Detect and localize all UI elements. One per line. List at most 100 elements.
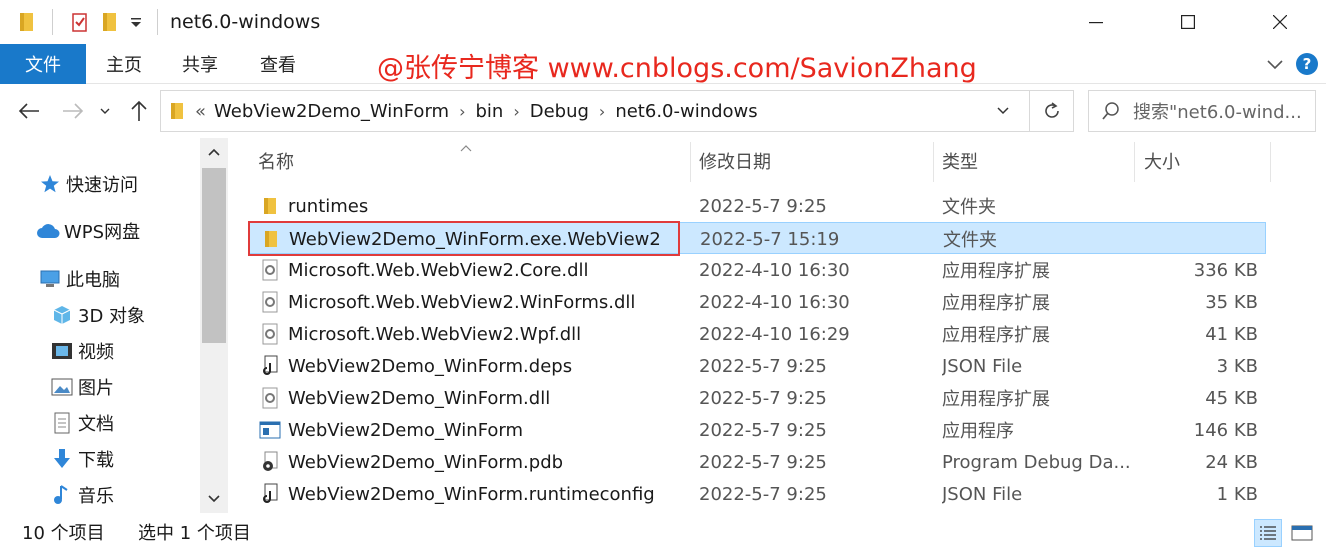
large-icons-view-button[interactable] bbox=[1288, 519, 1316, 547]
minimize-button[interactable] bbox=[1050, 0, 1142, 44]
nav-item-quick-access[interactable]: 快速访问 bbox=[38, 169, 138, 199]
download-icon bbox=[50, 447, 74, 471]
scroll-down-icon[interactable] bbox=[200, 485, 228, 513]
list-item[interactable]: Microsoft.Web.WebView2.Wpf.dll 2022-4-10… bbox=[248, 318, 1266, 350]
nav-item-music[interactable]: 音乐 bbox=[50, 480, 114, 510]
file-date: 2022-4-10 16:30 bbox=[699, 291, 850, 313]
file-type: 应用程序扩展 bbox=[942, 389, 1050, 410]
nav-item-videos[interactable]: 视频 bbox=[50, 336, 114, 366]
tab-share[interactable]: 共享 bbox=[172, 44, 228, 84]
breadcrumb-item[interactable]: Debug bbox=[530, 101, 589, 122]
file-type: 应用程序扩展 bbox=[942, 261, 1050, 282]
exe-icon bbox=[258, 414, 282, 446]
music-icon bbox=[50, 483, 74, 507]
column-header-name[interactable]: 名称 bbox=[258, 138, 688, 184]
list-item[interactable]: runtimes 2022-5-7 9:25 文件夹 bbox=[248, 190, 1266, 222]
file-name: WebView2Demo_WinForm.dll bbox=[288, 387, 551, 409]
nav-item-label: 3D 对象 bbox=[78, 306, 146, 327]
breadcrumb-overflow[interactable]: « bbox=[195, 101, 206, 122]
file-date: 2022-4-10 16:30 bbox=[699, 259, 850, 281]
scroll-up-icon[interactable] bbox=[200, 138, 228, 166]
list-item[interactable]: WebView2Demo_WinForm.deps 2022-5-7 9:25 … bbox=[248, 350, 1266, 382]
close-button[interactable] bbox=[1234, 0, 1326, 44]
search-input[interactable]: 搜索"net6.0-wind... bbox=[1088, 90, 1316, 132]
json-icon bbox=[258, 478, 282, 510]
window-controls bbox=[1050, 0, 1326, 44]
new-folder-icon[interactable] bbox=[95, 7, 125, 37]
json-icon bbox=[258, 350, 282, 382]
file-date: 2022-5-7 9:25 bbox=[699, 483, 827, 505]
chevron-down-icon[interactable] bbox=[993, 101, 1013, 121]
maximize-button[interactable] bbox=[1142, 0, 1234, 44]
nav-item-downloads[interactable]: 下载 bbox=[50, 444, 114, 474]
breadcrumb-item[interactable]: bin bbox=[475, 101, 503, 122]
file-type: 应用程序扩展 bbox=[942, 325, 1050, 346]
nav-item-pictures[interactable]: 图片 bbox=[50, 372, 114, 402]
expand-ribbon-icon[interactable] bbox=[1264, 54, 1286, 74]
nav-pane-scrollbar[interactable] bbox=[200, 138, 228, 513]
file-date: 2022-5-7 9:25 bbox=[699, 355, 827, 377]
file-type: JSON File bbox=[942, 355, 1023, 377]
back-button[interactable] bbox=[14, 96, 44, 126]
file-type: 应用程序 bbox=[942, 421, 1014, 442]
list-item[interactable]: WebView2Demo_WinForm.runtimeconfig 2022-… bbox=[248, 478, 1266, 510]
address-bar[interactable]: « WebView2Demo_WinForm › bin › Debug › n… bbox=[160, 90, 1074, 132]
chevron-right-icon[interactable]: › bbox=[599, 102, 605, 121]
column-divider[interactable] bbox=[1134, 142, 1135, 182]
details-view-button[interactable] bbox=[1254, 519, 1282, 547]
quick-access-toolbar bbox=[0, 0, 170, 44]
folder-icon bbox=[258, 190, 282, 222]
help-button[interactable]: ? bbox=[1296, 53, 1318, 75]
file-size: 146 KB bbox=[1193, 419, 1258, 441]
forward-button[interactable] bbox=[58, 96, 88, 126]
file-name: runtimes bbox=[288, 195, 369, 217]
chevron-right-icon[interactable]: › bbox=[513, 102, 519, 121]
file-size: 336 KB bbox=[1193, 259, 1258, 281]
nav-item-3d-objects[interactable]: 3D 对象 bbox=[50, 300, 145, 330]
recent-locations-icon[interactable] bbox=[94, 96, 116, 126]
file-date: 2022-5-7 9:25 bbox=[699, 195, 827, 217]
file-name: Microsoft.Web.WebView2.WinForms.dll bbox=[288, 291, 636, 313]
file-name: WebView2Demo_WinForm bbox=[288, 419, 524, 441]
nav-item-label: 下载 bbox=[78, 450, 114, 471]
column-divider[interactable] bbox=[933, 142, 934, 182]
nav-item-label: 图片 bbox=[78, 378, 114, 399]
dll-icon bbox=[258, 318, 282, 350]
chevron-right-icon[interactable]: › bbox=[459, 102, 465, 121]
computer-icon bbox=[38, 267, 62, 291]
watermark-text: @张传宁博客 www.cnblogs.com/SavionZhang bbox=[377, 53, 977, 84]
nav-item-documents[interactable]: 文档 bbox=[50, 408, 114, 438]
nav-item-wps-cloud[interactable]: WPS网盘 bbox=[36, 216, 140, 246]
nav-item-label: 视频 bbox=[78, 342, 114, 363]
list-item[interactable]: Microsoft.Web.WebView2.Core.dll 2022-4-1… bbox=[248, 254, 1266, 286]
separator bbox=[157, 9, 158, 35]
breadcrumb-item[interactable]: WebView2Demo_WinForm bbox=[214, 101, 449, 122]
customize-toolbar-icon[interactable] bbox=[125, 7, 147, 37]
properties-icon[interactable] bbox=[65, 7, 95, 37]
nav-item-this-pc[interactable]: 此电脑 bbox=[38, 264, 120, 294]
breadcrumb-item[interactable]: net6.0-windows bbox=[615, 101, 757, 122]
folder-icon[interactable] bbox=[12, 7, 42, 37]
list-item[interactable]: WebView2Demo_WinForm.dll 2022-5-7 9:25 应… bbox=[248, 382, 1266, 414]
column-header-size[interactable]: 大小 bbox=[1144, 138, 1264, 184]
list-item[interactable]: Microsoft.Web.WebView2.WinForms.dll 2022… bbox=[248, 286, 1266, 318]
column-header-type[interactable]: 类型 bbox=[942, 138, 1132, 184]
file-size: 41 KB bbox=[1205, 323, 1258, 345]
list-item[interactable]: WebView2Demo_WinForm 2022-5-7 9:25 应用程序 … bbox=[248, 414, 1266, 446]
tab-file[interactable]: 文件 bbox=[0, 44, 86, 84]
list-item[interactable]: WebView2Demo_WinForm.pdb 2022-5-7 9:25 P… bbox=[248, 446, 1266, 478]
item-count: 10 个项目 bbox=[22, 523, 105, 544]
nav-item-label: 快速访问 bbox=[66, 175, 138, 196]
tab-home[interactable]: 主页 bbox=[96, 44, 152, 84]
column-divider[interactable] bbox=[1270, 142, 1271, 182]
column-divider[interactable] bbox=[690, 142, 691, 182]
refresh-button[interactable] bbox=[1029, 91, 1073, 131]
column-header-date[interactable]: 修改日期 bbox=[699, 138, 929, 184]
video-icon bbox=[50, 339, 74, 363]
cloud-icon bbox=[36, 219, 60, 243]
file-date: 2022-5-7 9:25 bbox=[699, 387, 827, 409]
tab-view[interactable]: 查看 bbox=[250, 44, 306, 84]
scrollbar-thumb[interactable] bbox=[202, 168, 226, 343]
up-button[interactable] bbox=[124, 96, 154, 126]
pdb-icon bbox=[258, 446, 282, 478]
